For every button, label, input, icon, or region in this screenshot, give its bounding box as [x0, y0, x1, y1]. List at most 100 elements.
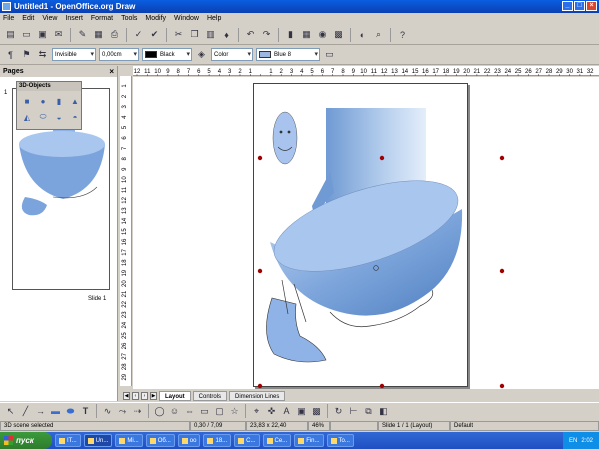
prev-tab-button[interactable]: ‹	[132, 391, 139, 400]
align-icon[interactable]: ⊢	[347, 405, 360, 418]
task-item[interactable]: Mi...	[115, 434, 143, 447]
first-tab-button[interactable]: ◀	[123, 391, 130, 400]
menu-help[interactable]: Help	[207, 15, 221, 22]
callouts-icon[interactable]: ▢	[213, 405, 226, 418]
autospell-icon[interactable]: ✔	[148, 28, 161, 41]
cone-icon[interactable]: ▲	[68, 94, 82, 108]
copy-icon[interactable]: ❐	[188, 28, 201, 41]
fill-color-select[interactable]: Blue 8	[256, 48, 320, 61]
points-icon[interactable]: ⌖	[250, 405, 263, 418]
line-icon[interactable]: ⚑	[20, 48, 33, 61]
save-icon[interactable]: ▣	[36, 28, 49, 41]
stars-icon[interactable]: ☆	[228, 405, 241, 418]
block-arrows-icon[interactable]: ⇔	[183, 405, 196, 418]
language-indicator[interactable]: EN	[569, 438, 577, 444]
arrow-tool-icon[interactable]: →	[34, 405, 47, 418]
vertical-ruler[interactable]: 1 2 3 4 5 6 7 8 9 10 11 12 13 14 15 16 17 18 19 20 21 22 23 24 2…	[120, 76, 132, 386]
cube-icon[interactable]: ■	[20, 94, 34, 108]
zoom-icon[interactable]: ⌕	[372, 28, 385, 41]
menu-format[interactable]: Format	[91, 15, 113, 22]
line-color-select[interactable]: Black	[142, 48, 192, 61]
handle-bottom[interactable]	[379, 383, 385, 389]
help-icon[interactable]: ?	[396, 28, 409, 41]
handle-right[interactable]	[499, 268, 505, 274]
flowchart-icon[interactable]: ▭	[198, 405, 211, 418]
line-tool-icon[interactable]: ╱	[19, 405, 32, 418]
task-item[interactable]: 18...	[203, 434, 232, 447]
minimize-button[interactable]: _	[562, 1, 573, 11]
task-item[interactable]: oo	[177, 434, 201, 447]
undo-icon[interactable]: ↶	[244, 28, 257, 41]
area-icon[interactable]: ◈	[195, 48, 208, 61]
glue-points-icon[interactable]: ✜	[265, 405, 278, 418]
gallery-icon[interactable]: ▩	[332, 28, 345, 41]
mail-icon[interactable]: ✉	[52, 28, 65, 41]
line-width-field[interactable]: 0,00cm	[99, 48, 139, 61]
text-icon[interactable]: T	[79, 405, 92, 418]
task-item[interactable]: To...	[326, 434, 354, 447]
menu-tools[interactable]: Tools	[121, 15, 137, 22]
print-icon[interactable]: ⎙	[108, 28, 121, 41]
rectangle-icon[interactable]: ▬	[49, 405, 62, 418]
shell-icon[interactable]: ◒	[52, 110, 66, 124]
last-tab-button[interactable]: ▶	[150, 391, 157, 400]
lines-arrows-icon[interactable]: ⇢	[131, 405, 144, 418]
handle-left[interactable]	[257, 268, 263, 274]
task-item[interactable]: Fin...	[294, 434, 324, 447]
half-sphere-icon[interactable]: ◓	[68, 110, 82, 124]
task-item[interactable]: Об...	[145, 434, 175, 447]
handle-top[interactable]	[379, 155, 385, 161]
menu-window[interactable]: Window	[174, 15, 199, 22]
fontwork-icon[interactable]: A	[280, 405, 293, 418]
sphere-icon[interactable]: ●	[36, 94, 50, 108]
connector-icon[interactable]: ⤳	[116, 405, 129, 418]
close-button[interactable]: ×	[586, 1, 597, 11]
tab-controls[interactable]: Controls	[192, 390, 228, 401]
torus-icon[interactable]: ⬭	[36, 110, 50, 124]
navigator-icon[interactable]: ◉	[316, 28, 329, 41]
select-icon[interactable]: ↖	[4, 405, 17, 418]
ellipse-icon[interactable]: ⬬	[64, 405, 77, 418]
styles-icon[interactable]: ¶	[4, 48, 17, 61]
gallery-toggle-icon[interactable]: ▩	[310, 405, 323, 418]
line-style-select[interactable]: Invisible	[52, 48, 96, 61]
symbol-shapes-icon[interactable]: ☺	[168, 405, 181, 418]
menu-insert[interactable]: Insert	[65, 15, 83, 22]
handle-bottom-right[interactable]	[499, 383, 505, 389]
shadow-icon[interactable]: ▭	[323, 48, 336, 61]
pdf-icon[interactable]: ▦	[92, 28, 105, 41]
drawing-canvas[interactable]	[133, 77, 599, 389]
task-item[interactable]: Un...	[83, 434, 113, 447]
status-zoom[interactable]: 46%	[308, 420, 330, 431]
pyramid-icon[interactable]: ◭	[20, 110, 34, 124]
draw-functions-icon[interactable]: ◐	[356, 28, 369, 41]
task-item[interactable]: C...	[234, 434, 260, 447]
start-button[interactable]: пуск	[0, 432, 52, 449]
rotate-icon[interactable]: ↻	[332, 405, 345, 418]
menu-modify[interactable]: Modify	[145, 15, 166, 22]
from-file-icon[interactable]: ▣	[295, 405, 308, 418]
cylinder-icon[interactable]: ▮	[52, 94, 66, 108]
cut-icon[interactable]: ✂	[172, 28, 185, 41]
new-icon[interactable]: ▤	[4, 28, 17, 41]
curve-icon[interactable]: ∿	[101, 405, 114, 418]
task-item[interactable]: Се...	[262, 434, 292, 447]
edit-icon[interactable]: ✎	[76, 28, 89, 41]
handle-bottom-left[interactable]	[257, 383, 263, 389]
handle-top-right[interactable]	[499, 155, 505, 161]
maximize-button[interactable]: □	[574, 1, 585, 11]
redo-icon[interactable]: ↷	[260, 28, 273, 41]
paste-icon[interactable]: ▥	[204, 28, 217, 41]
next-tab-button[interactable]: ›	[141, 391, 148, 400]
chart-icon[interactable]: ▮	[284, 28, 297, 41]
tab-layout[interactable]: Layout	[159, 390, 191, 401]
horizontal-ruler[interactable]: 12 11 10 9 8 7 6 5 4 3 2 1 1 2 3 4 5 6 7 8 9 10 11 12 13 14 15 16 17…	[133, 66, 599, 76]
handle-top-left[interactable]	[257, 155, 263, 161]
pages-close-button[interactable]: ×	[109, 66, 114, 77]
tab-dimension-lines[interactable]: Dimension Lines	[229, 390, 286, 401]
menu-edit[interactable]: Edit	[22, 15, 34, 22]
task-item[interactable]: IT...	[55, 434, 81, 447]
fill-type-select[interactable]: Color	[211, 48, 253, 61]
spellcheck-icon[interactable]: ✓	[132, 28, 145, 41]
arrange-icon[interactable]: ⧉	[362, 405, 375, 418]
